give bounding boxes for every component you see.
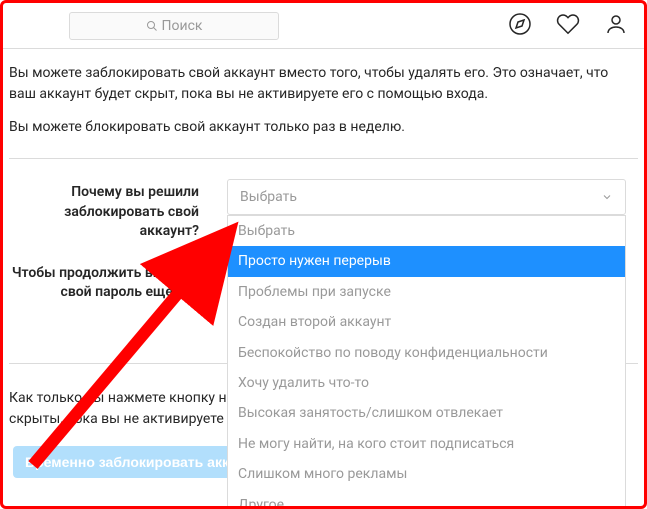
dropdown-option[interactable]: Просто нужен перерыв [228,246,625,276]
dropdown-option[interactable]: Не могу найти, на кого стоит подписаться [228,429,625,459]
top-bar: Поиск [3,3,644,49]
info-text-1: Вы можете заблокировать свой аккаунт вме… [9,63,638,105]
nav-icons [508,12,628,40]
dropdown-option[interactable]: Беспокойство по поводу конфиденциальност… [228,338,625,368]
dropdown-option[interactable]: Хочу удалить что-то [228,368,625,398]
dropdown-option[interactable]: Другое [228,490,625,509]
chevron-down-icon [601,191,613,203]
explore-icon[interactable] [508,12,532,40]
search-placeholder: Поиск [162,18,203,34]
dropdown-option[interactable]: Высокая занятость/слишком отвлекает [228,398,625,428]
search-input[interactable]: Поиск [69,12,279,40]
info-text-2: Вы можете блокировать свой аккаунт тольк… [9,117,638,138]
heart-icon[interactable] [556,12,580,40]
dropdown-option[interactable]: Проблемы при запуске [228,277,625,307]
content: ___________, _________. Вы можете заблок… [3,47,644,494]
reason-dropdown: ВыбратьПросто нужен перерывПроблемы при … [227,215,626,509]
reason-select[interactable]: Выбрать [227,179,626,215]
search-icon [146,20,158,32]
profile-icon[interactable] [604,12,628,40]
dropdown-option[interactable]: Создан второй аккаунт [228,307,625,337]
select-value: Выбрать [240,189,297,205]
reason-label: Почему вы решили заблокировать свой акка… [9,179,227,242]
divider [9,158,638,159]
dropdown-option[interactable]: Выбрать [228,216,625,246]
dropdown-option[interactable]: Слишком много рекламы [228,459,625,489]
password-label: Чтобы продолжить введите свой пароль еще… [9,260,227,303]
